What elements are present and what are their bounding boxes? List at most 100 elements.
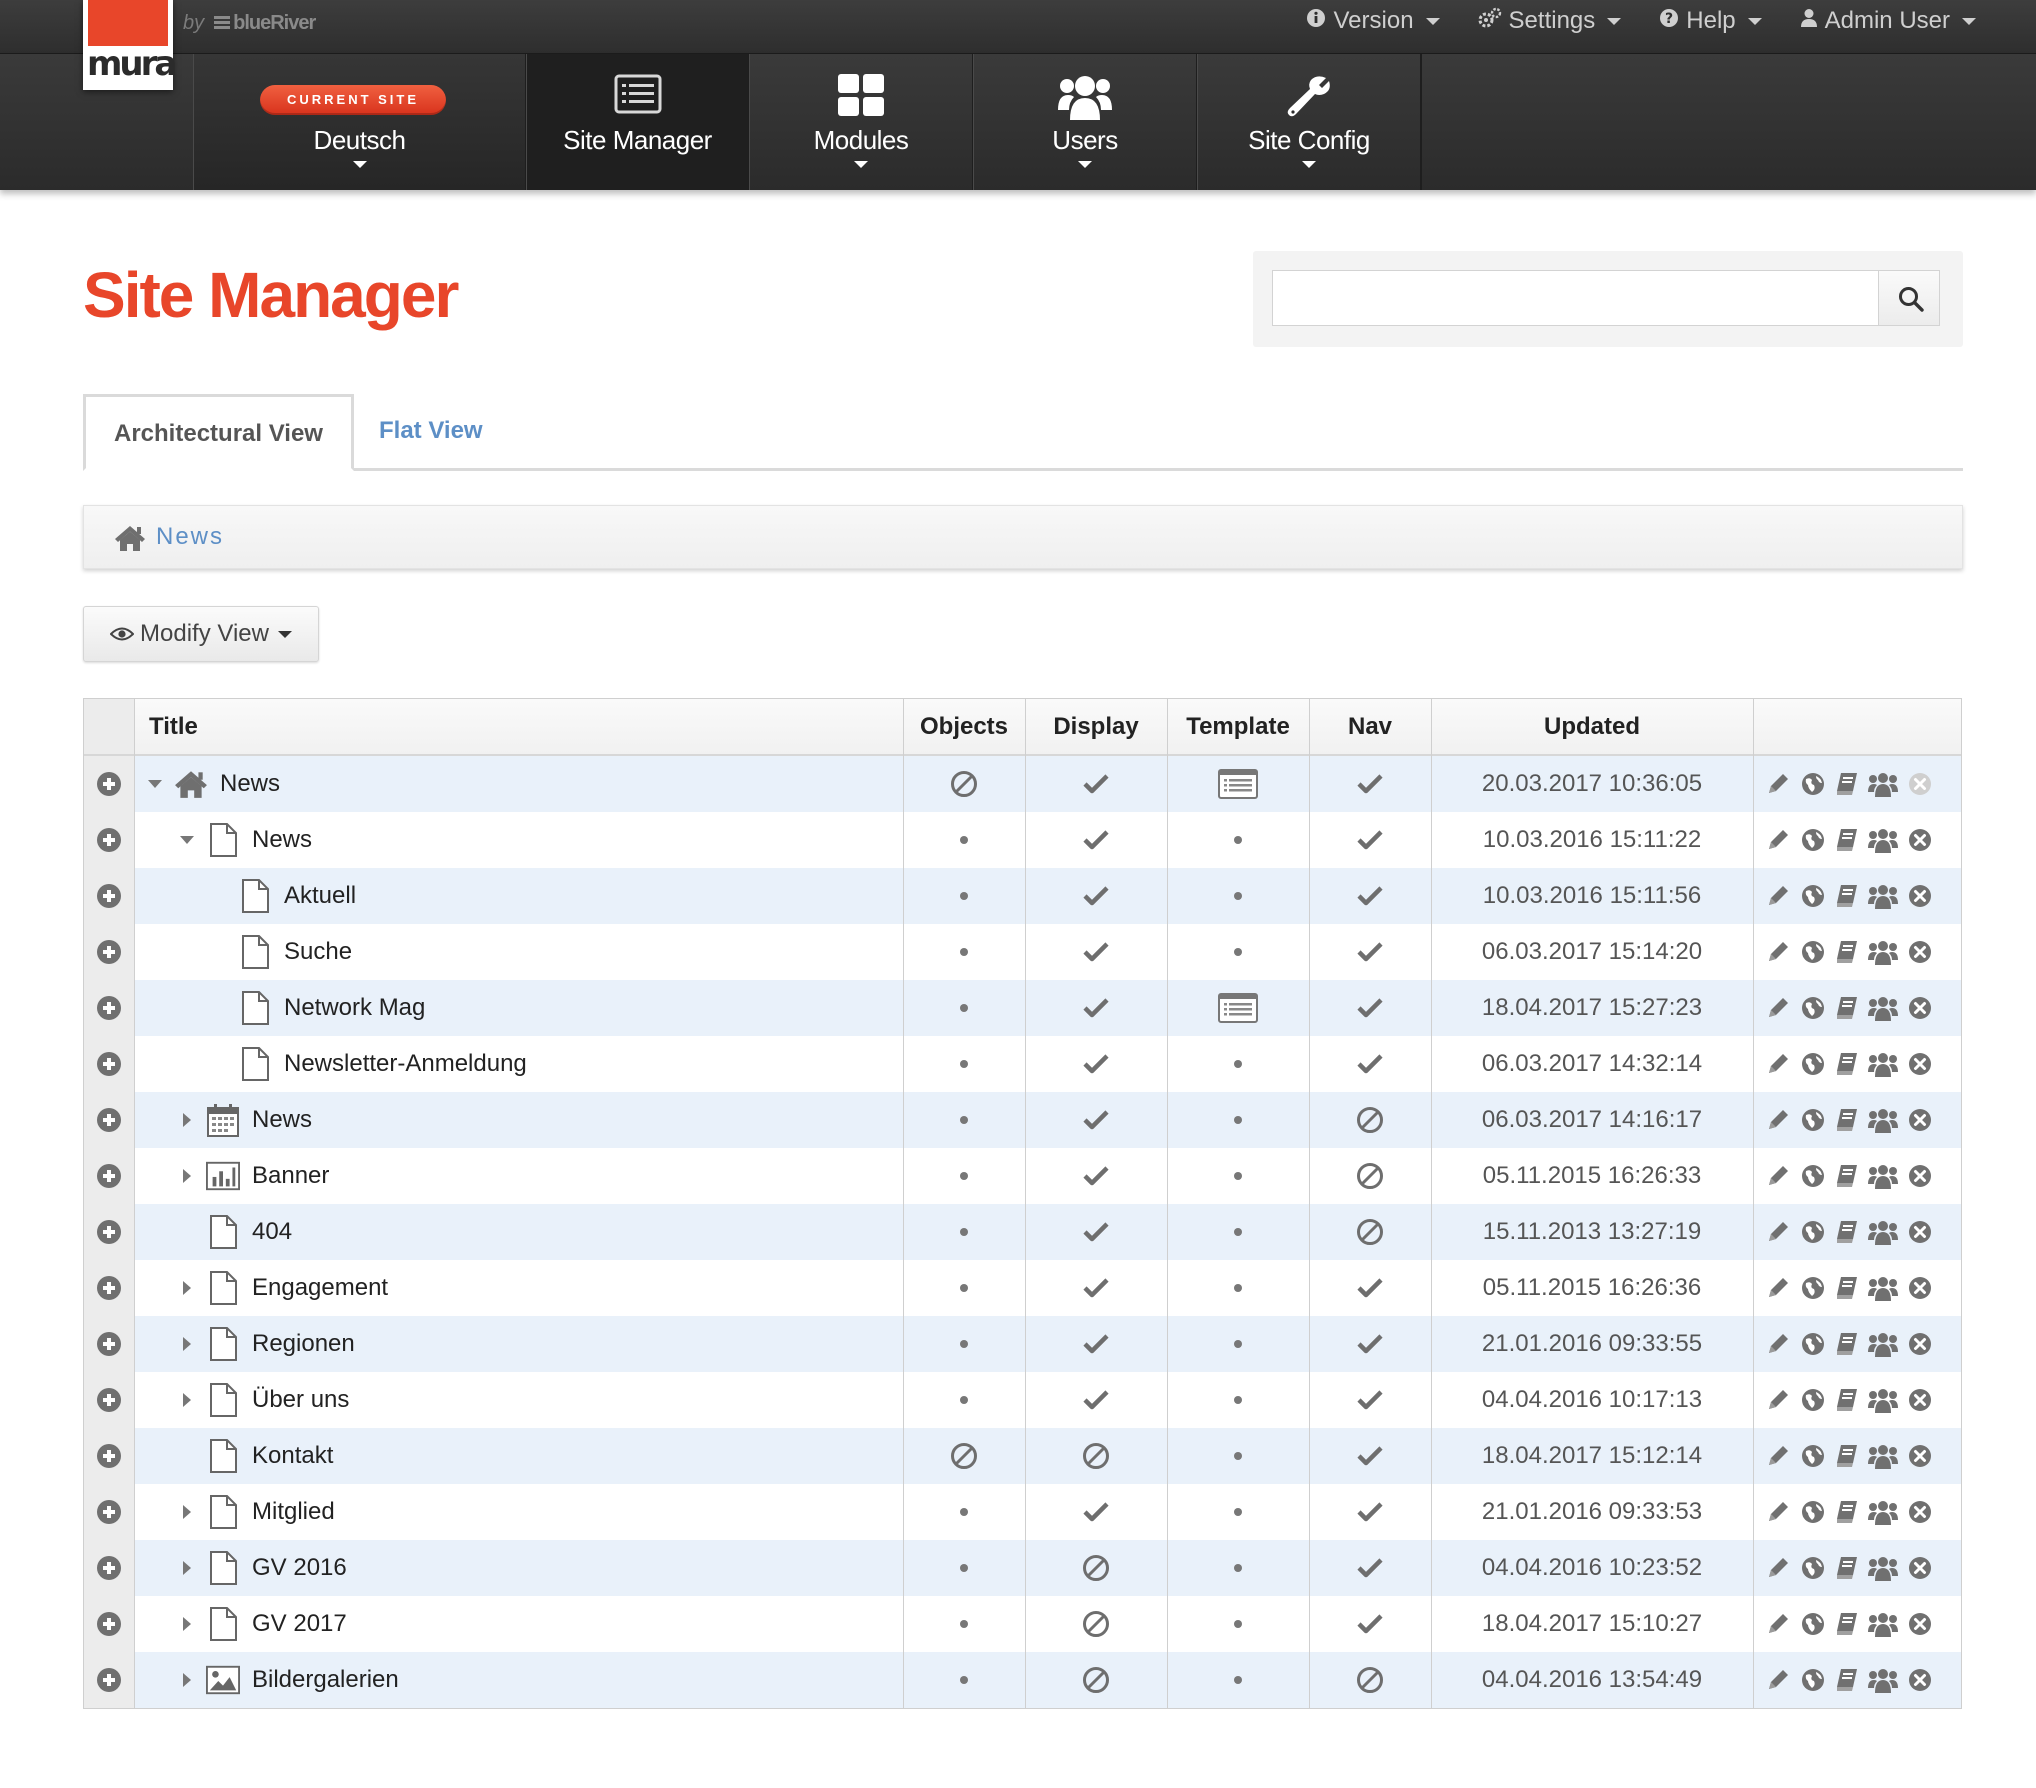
version-menu[interactable]: Version bbox=[1306, 7, 1440, 35]
book-icon[interactable] bbox=[1835, 1051, 1859, 1077]
globe-icon[interactable] bbox=[1800, 1611, 1826, 1637]
nav-users[interactable]: Users bbox=[973, 54, 1197, 190]
globe-icon[interactable] bbox=[1800, 1499, 1826, 1525]
book-icon[interactable] bbox=[1835, 1163, 1859, 1189]
permissions-icon[interactable] bbox=[1868, 1331, 1898, 1357]
permissions-icon[interactable] bbox=[1868, 1051, 1898, 1077]
page-title-link[interactable]: Suche bbox=[284, 938, 352, 966]
permissions-icon[interactable] bbox=[1868, 995, 1898, 1021]
permissions-icon[interactable] bbox=[1868, 883, 1898, 909]
header-template[interactable]: Template bbox=[1167, 699, 1309, 754]
edit-icon[interactable] bbox=[1765, 1219, 1791, 1245]
page-title-link[interactable]: 404 bbox=[252, 1218, 292, 1246]
add-content-icon[interactable] bbox=[96, 1163, 122, 1189]
nav-site-config[interactable]: Site Config bbox=[1197, 54, 1421, 190]
page-title-link[interactable]: GV 2017 bbox=[252, 1610, 347, 1638]
delete-icon[interactable] bbox=[1907, 1163, 1933, 1189]
edit-icon[interactable] bbox=[1765, 939, 1791, 965]
page-title-link[interactable]: Kontakt bbox=[252, 1442, 333, 1470]
add-content-icon[interactable] bbox=[96, 771, 122, 797]
page-title-link[interactable]: News bbox=[252, 826, 312, 854]
add-content-icon[interactable] bbox=[96, 1275, 122, 1301]
expand-toggle-icon[interactable] bbox=[176, 1392, 198, 1408]
globe-icon[interactable] bbox=[1800, 1667, 1826, 1693]
template-icon[interactable] bbox=[1218, 769, 1258, 799]
collapse-toggle-icon[interactable] bbox=[144, 779, 166, 789]
permissions-icon[interactable] bbox=[1868, 1499, 1898, 1525]
book-icon[interactable] bbox=[1835, 771, 1859, 797]
add-content-icon[interactable] bbox=[96, 1499, 122, 1525]
permissions-icon[interactable] bbox=[1868, 1555, 1898, 1581]
add-content-icon[interactable] bbox=[96, 1443, 122, 1469]
permissions-icon[interactable] bbox=[1868, 1107, 1898, 1133]
delete-icon[interactable] bbox=[1907, 1443, 1933, 1469]
edit-icon[interactable] bbox=[1765, 883, 1791, 909]
delete-icon[interactable] bbox=[1907, 939, 1933, 965]
permissions-icon[interactable] bbox=[1868, 1387, 1898, 1413]
delete-icon[interactable] bbox=[1907, 1331, 1933, 1357]
header-nav[interactable]: Nav bbox=[1309, 699, 1431, 754]
add-content-icon[interactable] bbox=[96, 1667, 122, 1693]
globe-icon[interactable] bbox=[1800, 827, 1826, 853]
page-title-link[interactable]: Mitglied bbox=[252, 1498, 335, 1526]
add-content-icon[interactable] bbox=[96, 1555, 122, 1581]
edit-icon[interactable] bbox=[1765, 1667, 1791, 1693]
delete-icon[interactable] bbox=[1907, 1555, 1933, 1581]
add-content-icon[interactable] bbox=[96, 995, 122, 1021]
expand-toggle-icon[interactable] bbox=[176, 1560, 198, 1576]
edit-icon[interactable] bbox=[1765, 1499, 1791, 1525]
edit-icon[interactable] bbox=[1765, 1555, 1791, 1581]
delete-icon[interactable] bbox=[1907, 1051, 1933, 1077]
tab-flat-view[interactable]: Flat View bbox=[351, 394, 511, 468]
expand-toggle-icon[interactable] bbox=[176, 1168, 198, 1184]
page-title-link[interactable]: News bbox=[252, 1106, 312, 1134]
delete-icon[interactable] bbox=[1907, 1219, 1933, 1245]
book-icon[interactable] bbox=[1835, 1555, 1859, 1581]
globe-icon[interactable] bbox=[1800, 1331, 1826, 1357]
permissions-icon[interactable] bbox=[1868, 1163, 1898, 1189]
globe-icon[interactable] bbox=[1800, 1387, 1826, 1413]
page-title-link[interactable]: Banner bbox=[252, 1162, 329, 1190]
permissions-icon[interactable] bbox=[1868, 1275, 1898, 1301]
expand-toggle-icon[interactable] bbox=[176, 1672, 198, 1688]
edit-icon[interactable] bbox=[1765, 1331, 1791, 1357]
globe-icon[interactable] bbox=[1800, 1107, 1826, 1133]
permissions-icon[interactable] bbox=[1868, 1219, 1898, 1245]
edit-icon[interactable] bbox=[1765, 1163, 1791, 1189]
add-content-icon[interactable] bbox=[96, 1331, 122, 1357]
tab-architectural-view[interactable]: Architectural View bbox=[83, 394, 354, 471]
nav-site-manager[interactable]: Site Manager bbox=[526, 54, 749, 190]
globe-icon[interactable] bbox=[1800, 939, 1826, 965]
breadcrumb-link-news[interactable]: News bbox=[156, 523, 224, 551]
header-updated[interactable]: Updated bbox=[1431, 699, 1753, 754]
globe-icon[interactable] bbox=[1800, 1163, 1826, 1189]
page-title-link[interactable]: News bbox=[220, 770, 280, 798]
book-icon[interactable] bbox=[1835, 1331, 1859, 1357]
permissions-icon[interactable] bbox=[1868, 1611, 1898, 1637]
book-icon[interactable] bbox=[1835, 1443, 1859, 1469]
add-content-icon[interactable] bbox=[96, 1219, 122, 1245]
globe-icon[interactable] bbox=[1800, 1219, 1826, 1245]
globe-icon[interactable] bbox=[1800, 883, 1826, 909]
book-icon[interactable] bbox=[1835, 883, 1859, 909]
permissions-icon[interactable] bbox=[1868, 827, 1898, 853]
settings-menu[interactable]: Settings bbox=[1478, 7, 1622, 35]
edit-icon[interactable] bbox=[1765, 995, 1791, 1021]
delete-icon[interactable] bbox=[1907, 1387, 1933, 1413]
page-title-link[interactable]: Über uns bbox=[252, 1386, 349, 1414]
current-site-selector[interactable]: CURRENT SITE Deutsch bbox=[193, 54, 526, 190]
globe-icon[interactable] bbox=[1800, 1051, 1826, 1077]
globe-icon[interactable] bbox=[1800, 1443, 1826, 1469]
book-icon[interactable] bbox=[1835, 1387, 1859, 1413]
book-icon[interactable] bbox=[1835, 827, 1859, 853]
permissions-icon[interactable] bbox=[1868, 771, 1898, 797]
header-display[interactable]: Display bbox=[1025, 699, 1167, 754]
edit-icon[interactable] bbox=[1765, 1107, 1791, 1133]
globe-icon[interactable] bbox=[1800, 1275, 1826, 1301]
page-title-link[interactable]: Newsletter-Anmeldung bbox=[284, 1050, 527, 1078]
book-icon[interactable] bbox=[1835, 1107, 1859, 1133]
edit-icon[interactable] bbox=[1765, 1275, 1791, 1301]
edit-icon[interactable] bbox=[1765, 1443, 1791, 1469]
delete-icon[interactable] bbox=[1907, 1107, 1933, 1133]
page-title-link[interactable]: Network Mag bbox=[284, 994, 425, 1022]
